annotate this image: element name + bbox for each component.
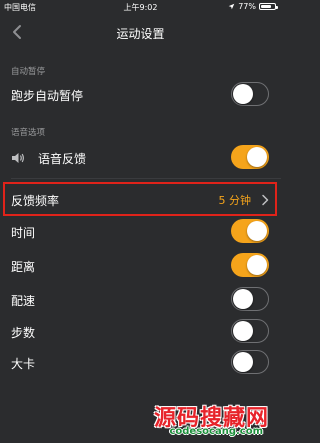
speaker-icon [12,153,24,163]
calories-toggle[interactable] [231,350,269,374]
setting-label: 步数 [11,326,36,340]
setting-row-auto-pause: 跑步自动暂停 [0,79,281,111]
steps-toggle[interactable] [231,319,269,343]
page-title: 运动设置 [116,27,165,41]
setting-row-distance: 距离 [0,250,281,282]
setting-label: 距离 [11,260,36,274]
section-label-voice: 语音选项 [11,128,46,138]
setting-row-time: 时间 [0,216,281,248]
location-arrow-icon [228,3,235,10]
battery-percent: 77% [238,2,256,11]
divider [11,178,281,179]
battery-icon [259,3,278,10]
setting-row-steps: 步数 [0,316,281,348]
toggle-knob [247,147,267,167]
toggle-knob [233,288,253,309]
setting-row-pace: 配速 [0,284,281,316]
pace-toggle[interactable] [231,287,269,311]
nav-bar: 运动设置 [0,14,281,52]
setting-label: 跑步自动暂停 [11,89,84,103]
setting-row-calories: 大卡 [0,347,281,379]
status-right: 77% [228,2,278,11]
status-bar: 中国电信 上午9:02 77% [0,0,281,14]
toggle-knob [233,320,253,341]
setting-label: 语音反馈 [38,152,87,166]
setting-label: 大卡 [11,357,36,371]
highlight-box [3,182,277,216]
setting-label: 配速 [11,294,36,308]
watermark-title: 源码搜藏网 [153,406,269,431]
toggle-knob [233,351,253,372]
time-toggle[interactable] [231,219,269,243]
distance-toggle[interactable] [231,253,269,277]
toggle-knob [247,255,267,275]
voice-feedback-toggle[interactable] [231,145,269,169]
setting-label: 时间 [11,226,36,240]
setting-row-voice-feedback: 语音反馈 [0,142,281,174]
watermark-domain: codesocang.com [169,426,263,437]
auto-pause-toggle[interactable] [231,82,269,106]
watermark: 源码搜藏网 codesocang.com [0,396,281,443]
section-label-auto-pause: 自动暂停 [11,67,46,77]
toggle-knob [247,221,267,241]
toggle-knob [233,83,253,104]
